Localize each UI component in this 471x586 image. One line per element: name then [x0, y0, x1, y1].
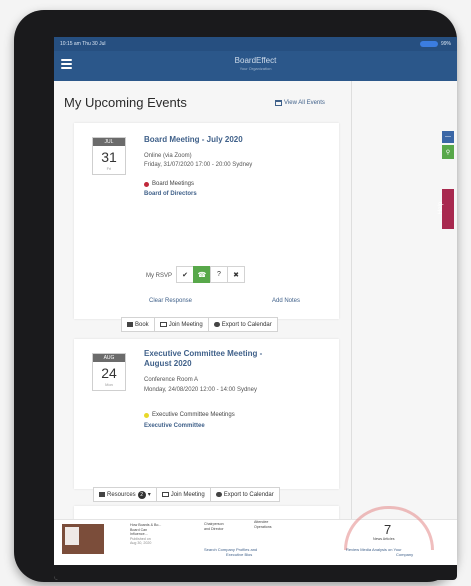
event-month: JUL [93, 138, 125, 146]
join-meeting-button[interactable]: Join Meeting [155, 487, 211, 502]
join-meeting-label: Join Meeting [170, 491, 205, 498]
event-datetime: Friday, 31/07/2020 17:00 - 20:00 Sydney [144, 162, 253, 168]
rsvp-phone-button[interactable]: ☎ [193, 266, 211, 283]
category-label: Executive Committee Meetings [152, 412, 235, 418]
role-line: and Director [204, 526, 224, 531]
monitor-icon [159, 322, 167, 327]
event-month: AUG [93, 354, 125, 362]
link-line: Executive Bios [226, 552, 253, 557]
event-group-link[interactable]: Board of Directors [144, 191, 197, 197]
help-tab[interactable]: Help [438, 189, 454, 229]
resources-dropdown[interactable]: Resources 2 ▾ [93, 487, 157, 502]
calendar-icon [275, 100, 282, 106]
column-divider [351, 81, 352, 580]
event-date-box: AUG 24 Mon [92, 353, 126, 391]
view-all-events-link[interactable]: View All Events [275, 100, 325, 106]
role-line: Operations [254, 524, 272, 529]
event-datetime: Monday, 24/08/2020 12:00 - 14:00 Sydney [144, 387, 257, 393]
event-action-bar: Resources 2 ▾ Join Meeting Export to Cal… [93, 487, 280, 502]
status-time: 10:15 am Thu 30 Jul [60, 41, 106, 47]
battery-icon [419, 41, 438, 47]
event-day: 31 [101, 149, 117, 165]
event-title-line2: August 2020 [144, 359, 192, 368]
event-title-line1: Executive Committee Meeting - [144, 349, 263, 358]
resources-icon [99, 492, 105, 497]
event-action-bar: Book Join Meeting Export to Calendar [121, 317, 278, 332]
event-card: JUL 31 Fri Board Meeting - July 2020 Onl… [74, 123, 339, 319]
rsvp-button-group: ✔ ☎ ? ✖ [176, 266, 245, 283]
status-right: 99% [419, 41, 451, 47]
export-calendar-label: Export to Calendar [221, 321, 272, 328]
news-count-label: News Articles [373, 537, 395, 541]
top-navbar: BoardEffect Your Organization [54, 51, 457, 81]
book-button[interactable]: Book [121, 317, 155, 332]
role-column: Chairperson and Director [204, 522, 224, 531]
brand-logo: BoardEffect Your Organization [54, 56, 457, 71]
event-date-box: JUL 31 Fri [92, 137, 126, 175]
chevron-down-icon: ▾ [147, 492, 151, 498]
rsvp-decline-button[interactable]: ✖ [227, 266, 245, 283]
status-bar: 10:15 am Thu 30 Jul 99% [54, 37, 457, 51]
join-meeting-label: Join Meeting [168, 321, 203, 328]
article-line: Aug 30, 2020 [130, 541, 152, 546]
event-card: AUG 24 Mon Executive Committee Meeting -… [74, 339, 339, 489]
event-weekday: Mon [105, 382, 113, 387]
search-tab[interactable]: ⚲ [442, 145, 454, 159]
book-label: Book [135, 321, 149, 328]
category-dot-icon [144, 412, 149, 418]
event-category: Board Meetings [144, 181, 194, 187]
rsvp-maybe-button[interactable]: ? [210, 266, 228, 283]
resources-label: Resources [107, 491, 136, 498]
event-category: Executive Committee Meetings [144, 412, 235, 418]
main-area: My Upcoming Events View All Events JUL 3… [54, 81, 457, 580]
event-location: Online (via Zoom) [144, 153, 192, 159]
news-count: 7 [384, 522, 392, 537]
bottom-widget-strip: How Boards & Bo... Board Can Influence..… [54, 506, 457, 565]
expand-tab[interactable]: — [442, 131, 454, 143]
event-title-link[interactable]: Executive Committee Meeting - August 202… [144, 349, 262, 369]
export-calendar-label: Export to Calendar [223, 491, 274, 498]
role-line: Chairperson [204, 522, 224, 526]
tablet-frame: 10:15 am Thu 30 Jul 99% BoardEffect Your… [14, 10, 457, 582]
brand-name: BoardEffect [234, 56, 277, 65]
brand-sub: Your Organization [239, 66, 272, 71]
media-analysis-link[interactable]: Review Media Analysis on Your Company [346, 547, 413, 557]
status-signal: 99% [440, 41, 451, 47]
event-day: 24 [101, 365, 117, 381]
event-location: Conference Room A [144, 377, 199, 383]
role-column: Attendee Operations [254, 520, 272, 529]
event-title-link[interactable]: Board Meeting - July 2020 [144, 135, 243, 145]
cloud-download-icon [215, 492, 222, 497]
cloud-download-icon [213, 322, 220, 327]
event-weekday: Fri [106, 166, 112, 171]
category-dot-icon [144, 181, 149, 187]
article-thumbnail[interactable] [62, 524, 104, 554]
view-all-label: View All Events [284, 100, 325, 106]
export-calendar-button[interactable]: Export to Calendar [207, 317, 278, 332]
search-profiles-link[interactable]: Search Company Profiles and Executive Bi… [204, 547, 257, 557]
category-label: Board Meetings [152, 181, 195, 187]
app-screen: 10:15 am Thu 30 Jul 99% BoardEffect Your… [54, 37, 457, 580]
link-line: Company [396, 552, 414, 557]
page-title: My Upcoming Events [64, 95, 187, 110]
article-snippet[interactable]: How Boards & Bo... Board Can Influence..… [130, 523, 161, 546]
rsvp-accept-button[interactable]: ✔ [176, 266, 194, 283]
join-meeting-button[interactable]: Join Meeting [153, 317, 209, 332]
book-icon [127, 322, 133, 327]
article-line: How Boards & Bo... [130, 523, 162, 527]
rsvp-label: My RSVP [146, 273, 173, 279]
resources-count-badge: 2 [137, 490, 146, 499]
clear-response-link[interactable]: Clear Response [149, 298, 192, 304]
device-bezel-bottom [54, 565, 457, 580]
help-label: Help [438, 201, 445, 215]
monitor-icon [161, 492, 169, 497]
export-calendar-button[interactable]: Export to Calendar [209, 487, 280, 502]
event-group-link[interactable]: Executive Committee [144, 423, 205, 429]
stage: 10:15 am Thu 30 Jul 99% BoardEffect Your… [0, 0, 471, 586]
add-notes-link[interactable]: Add Notes [272, 298, 300, 304]
